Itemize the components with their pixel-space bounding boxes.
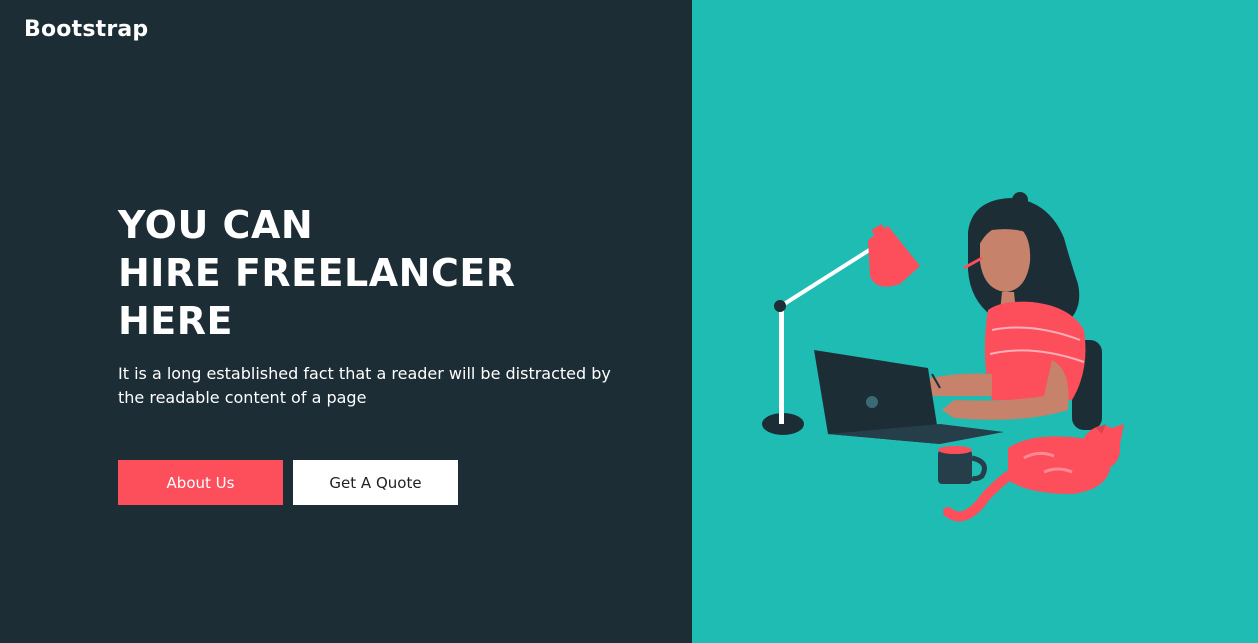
navbar-brand[interactable]: Bootstrap xyxy=(24,17,148,42)
hero-title-line-3: HERE xyxy=(118,299,233,343)
laptop-icon xyxy=(814,350,1004,444)
hero-description: It is a long established fact that a rea… xyxy=(118,364,611,407)
hero-title: YOU CAN HIRE FREELANCER HERE xyxy=(118,201,516,345)
woman-icon xyxy=(930,192,1086,420)
coffee-mug-icon xyxy=(938,446,987,484)
about-us-button[interactable]: About Us xyxy=(118,460,283,505)
hero-title-line-2: HIRE FREELANCER xyxy=(118,251,516,295)
hero-left-panel: Bootstrap YOU CAN HIRE FREELANCER HERE I… xyxy=(0,0,692,643)
page: Bootstrap YOU CAN HIRE FREELANCER HERE I… xyxy=(0,0,1258,643)
get-a-quote-button[interactable]: Get A Quote xyxy=(293,460,458,505)
hero-right-panel xyxy=(692,0,1258,643)
woman-working-on-laptop-illustration xyxy=(762,192,1124,522)
hero-title-line-1: YOU CAN xyxy=(118,203,314,247)
cat-icon xyxy=(943,424,1124,522)
